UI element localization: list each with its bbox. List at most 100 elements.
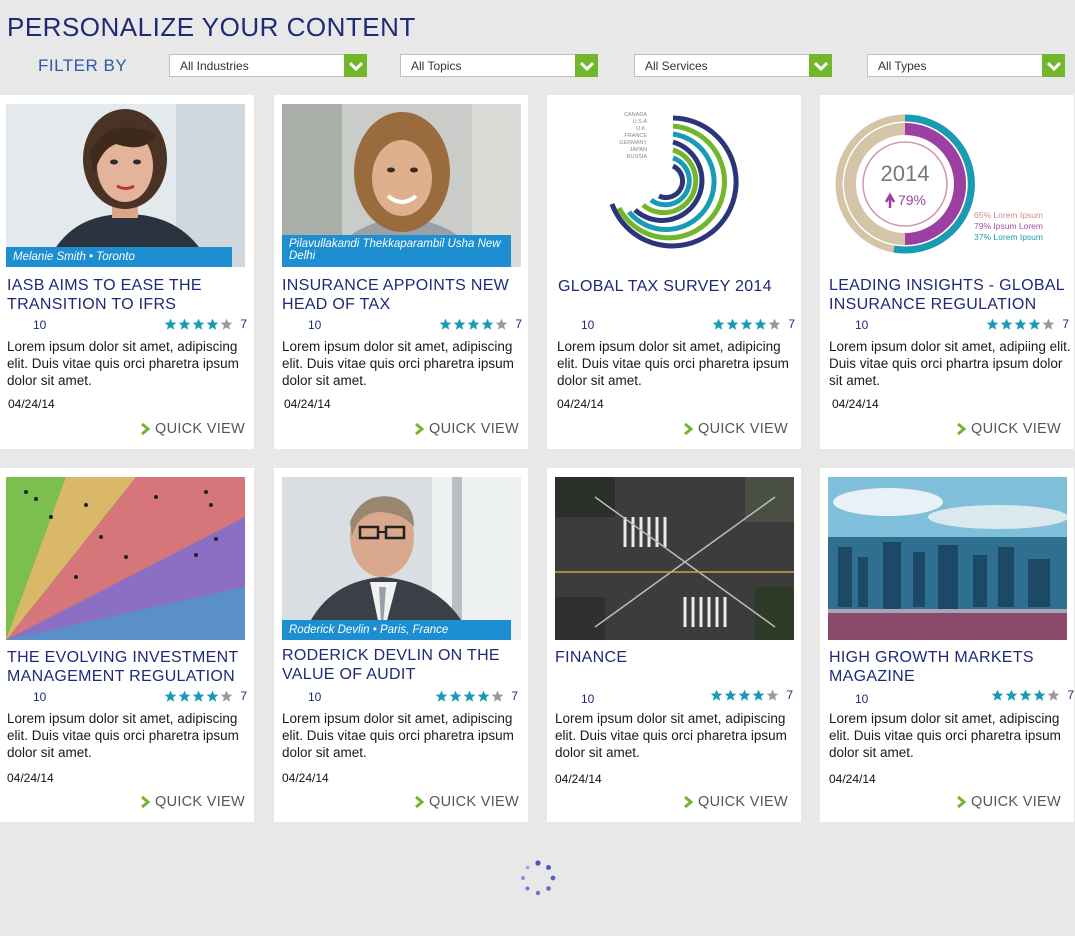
chevron-right-icon: [684, 423, 693, 435]
card-image-colorful-plaza[interactable]: [6, 477, 245, 640]
star-filled-icon[interactable]: [463, 690, 476, 703]
card-title[interactable]: RODERICK DEVLIN ON THE VALUE OF AUDIT: [282, 646, 522, 684]
chevron-down-icon[interactable]: [1042, 54, 1065, 77]
content-card[interactable]: Melanie Smith • Toronto IASB AIMS TO EAS…: [0, 95, 254, 449]
donut-legend: 37% Lorem Ipsum: [974, 232, 1043, 242]
star-filled-icon[interactable]: [449, 690, 462, 703]
star-empty-icon[interactable]: [1047, 689, 1060, 702]
quick-view-link[interactable]: QUICK VIEW: [140, 421, 245, 437]
star-filled-icon[interactable]: [206, 318, 219, 331]
quick-view-label: QUICK VIEW: [428, 794, 519, 810]
card-title[interactable]: GLOBAL TAX SURVEY 2014: [558, 277, 798, 296]
star-empty-icon[interactable]: [220, 318, 233, 331]
card-title[interactable]: HIGH GROWTH MARKETS MAGAZINE: [829, 648, 1069, 686]
star-filled-icon[interactable]: [435, 690, 448, 703]
star-filled-icon[interactable]: [738, 689, 751, 702]
content-card[interactable]: HIGH GROWTH MARKETS MAGAZINE 10 7 Lorem …: [820, 468, 1074, 822]
quick-view-label: QUICK VIEW: [154, 421, 245, 437]
star-filled-icon[interactable]: [726, 318, 739, 331]
star-filled-icon[interactable]: [724, 689, 737, 702]
star-filled-icon[interactable]: [712, 318, 725, 331]
star-filled-icon[interactable]: [1014, 318, 1027, 331]
chevron-down-icon[interactable]: [575, 54, 598, 77]
star-filled-icon[interactable]: [439, 318, 452, 331]
filter-by-label: FILTER BY: [38, 56, 128, 75]
quick-view-link[interactable]: QUICK VIEW: [414, 794, 519, 810]
card-meta: 10 7: [555, 317, 795, 332]
content-card[interactable]: Pilavullakandi Thekkaparambil Usha New D…: [274, 95, 528, 449]
topic-filter-select[interactable]: All Topics: [400, 54, 598, 77]
chevron-right-icon: [684, 796, 693, 808]
star-rating[interactable]: 7: [991, 688, 1074, 702]
quick-view-link[interactable]: QUICK VIEW: [956, 794, 1061, 810]
star-rating[interactable]: 7: [710, 688, 793, 702]
star-rating[interactable]: 7: [164, 317, 247, 331]
card-image-donut-chart[interactable]: 2014 79% 65% Lorem Ipsum 79% Ipsum Lorem…: [828, 104, 1067, 267]
type-filter-select[interactable]: All Types: [867, 54, 1065, 77]
star-filled-icon[interactable]: [1005, 689, 1018, 702]
quick-view-link[interactable]: QUICK VIEW: [683, 794, 788, 810]
card-image-woman-portrait[interactable]: Melanie Smith • Toronto: [6, 104, 245, 267]
card-description: Lorem ipsum dolor sit amet, adipiscing e…: [282, 339, 514, 388]
content-card[interactable]: THE EVOLVING INVESTMENT MANAGEMENT REGUL…: [0, 468, 254, 822]
service-filter-value: All Services: [645, 59, 708, 73]
star-rating[interactable]: 7: [986, 317, 1069, 331]
chevron-down-icon[interactable]: [809, 54, 832, 77]
star-filled-icon[interactable]: [991, 689, 1004, 702]
card-title[interactable]: FINANCE: [555, 648, 795, 667]
card-title[interactable]: LEADING INSIGHTS - GLOBAL INSURANCE REGU…: [829, 276, 1069, 314]
star-filled-icon[interactable]: [754, 318, 767, 331]
card-image-city-crosswalk[interactable]: [555, 477, 794, 640]
star-empty-icon[interactable]: [768, 318, 781, 331]
service-filter-select[interactable]: All Services: [634, 54, 832, 77]
view-count: 10: [855, 318, 869, 332]
star-filled-icon[interactable]: [1000, 318, 1013, 331]
industry-filter-select[interactable]: All Industries: [169, 54, 367, 77]
card-image-tax-survey-chart[interactable]: CANADA U.S.A U.K. FRANCE GERMANY JAPAN R…: [555, 104, 794, 267]
star-rating[interactable]: 7: [435, 689, 518, 703]
star-filled-icon[interactable]: [192, 690, 205, 703]
star-rating[interactable]: 7: [712, 317, 795, 331]
content-card[interactable]: FINANCE 10 7 Lorem ipsum dolor sit amet,…: [547, 468, 801, 822]
star-filled-icon[interactable]: [192, 318, 205, 331]
quick-view-link[interactable]: QUICK VIEW: [414, 421, 519, 437]
quick-view-link[interactable]: QUICK VIEW: [683, 421, 788, 437]
star-filled-icon[interactable]: [178, 318, 191, 331]
card-image-man-portrait[interactable]: Roderick Devlin • Paris, France: [282, 477, 521, 640]
star-empty-icon[interactable]: [1042, 318, 1055, 331]
star-rating[interactable]: 7: [164, 689, 247, 703]
card-image-woman-smiling[interactable]: Pilavullakandi Thekkaparambil Usha New D…: [282, 104, 521, 267]
card-title[interactable]: THE EVOLVING INVESTMENT MANAGEMENT REGUL…: [7, 648, 247, 686]
content-card[interactable]: 2014 79% 65% Lorem Ipsum 79% Ipsum Lorem…: [820, 95, 1074, 449]
content-card[interactable]: Roderick Devlin • Paris, France RODERICK…: [274, 468, 528, 822]
star-rating[interactable]: 7: [439, 317, 522, 331]
chevron-down-icon[interactable]: [344, 54, 367, 77]
star-empty-icon[interactable]: [220, 690, 233, 703]
star-filled-icon[interactable]: [206, 690, 219, 703]
loading-spinner-icon: [521, 860, 556, 896]
star-filled-icon[interactable]: [477, 690, 490, 703]
star-filled-icon[interactable]: [1019, 689, 1032, 702]
star-filled-icon[interactable]: [752, 689, 765, 702]
star-empty-icon[interactable]: [766, 689, 779, 702]
star-filled-icon[interactable]: [710, 689, 723, 702]
card-title[interactable]: IASB AIMS TO EASE THE TRANSITION TO IFRS: [7, 276, 247, 314]
star-filled-icon[interactable]: [1028, 318, 1041, 331]
card-image-city-skyline[interactable]: [828, 477, 1067, 640]
card-caption: Roderick Devlin • Paris, France: [282, 620, 511, 640]
star-filled-icon[interactable]: [467, 318, 480, 331]
star-filled-icon[interactable]: [740, 318, 753, 331]
quick-view-link[interactable]: QUICK VIEW: [956, 421, 1061, 437]
star-filled-icon[interactable]: [453, 318, 466, 331]
quick-view-link[interactable]: QUICK VIEW: [140, 794, 245, 810]
star-filled-icon[interactable]: [481, 318, 494, 331]
star-empty-icon[interactable]: [495, 318, 508, 331]
star-filled-icon[interactable]: [1033, 689, 1046, 702]
content-card[interactable]: CANADA U.S.A U.K. FRANCE GERMANY JAPAN R…: [547, 95, 801, 449]
card-title[interactable]: INSURANCE APPOINTS NEW HEAD OF TAX: [282, 276, 522, 314]
star-filled-icon[interactable]: [164, 318, 177, 331]
star-empty-icon[interactable]: [491, 690, 504, 703]
star-filled-icon[interactable]: [986, 318, 999, 331]
star-filled-icon[interactable]: [178, 690, 191, 703]
star-filled-icon[interactable]: [164, 690, 177, 703]
